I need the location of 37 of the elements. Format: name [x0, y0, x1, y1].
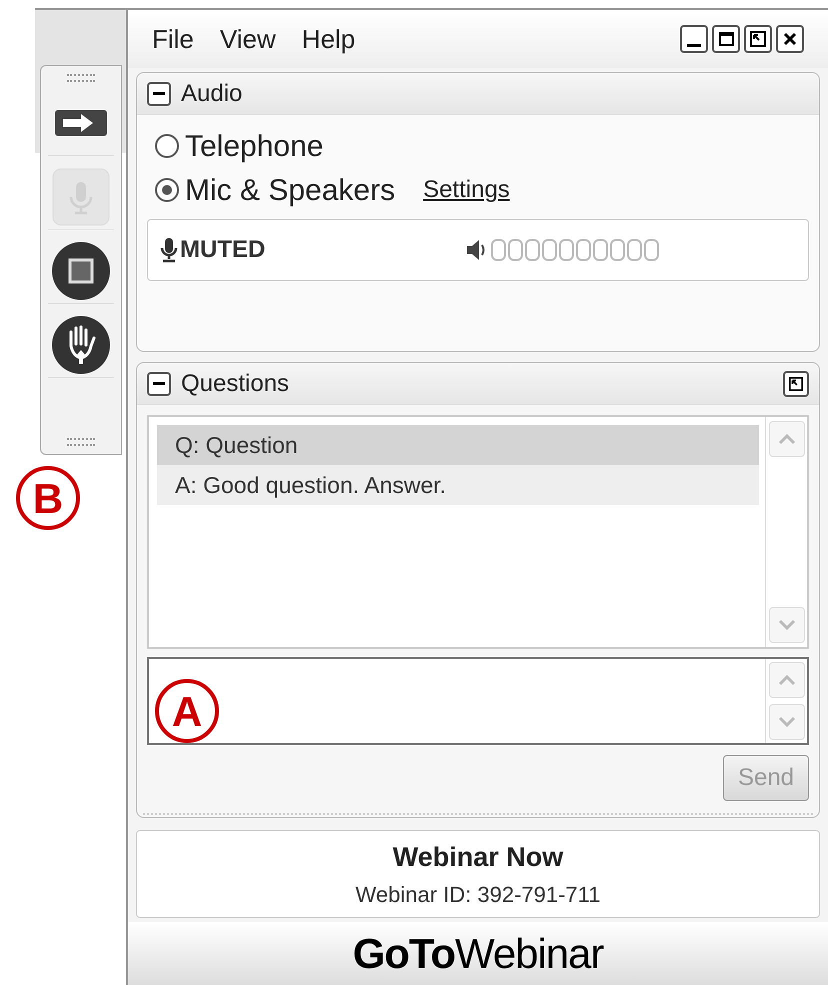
- popout-button[interactable]: [783, 370, 809, 396]
- logo: GoToWebinar: [352, 929, 604, 979]
- panel-title: Audio: [181, 78, 242, 108]
- minimize-button[interactable]: [680, 25, 708, 53]
- raised-hand-icon: [50, 314, 112, 376]
- microphone-icon: [160, 237, 178, 263]
- settings-link[interactable]: Settings: [423, 172, 510, 208]
- panel-title: Questions: [181, 368, 290, 398]
- webinar-title: Webinar Now: [392, 841, 564, 874]
- radio-label: Mic & Speakers: [185, 172, 396, 208]
- radio-button[interactable]: [155, 178, 179, 202]
- popout-icon: [789, 376, 803, 390]
- collapse-button[interactable]: [147, 82, 171, 106]
- radio-label: Telephone: [185, 128, 324, 164]
- menu-item[interactable]: File: [152, 20, 194, 58]
- menu-item[interactable]: Help: [302, 20, 356, 58]
- callout-marker: B: [16, 466, 80, 530]
- menu-item[interactable]: View: [220, 20, 276, 58]
- chevron-down-icon: [778, 716, 796, 728]
- mute-status: MUTED: [180, 235, 266, 265]
- chevron-up-icon: [778, 433, 796, 445]
- question-row[interactable]: A: Good question. Answer.: [157, 465, 759, 505]
- drag-handle[interactable]: [67, 74, 95, 82]
- radio-button[interactable]: [155, 134, 179, 158]
- close-icon: [783, 32, 797, 46]
- question-row[interactable]: Q: Question: [157, 425, 759, 465]
- maximize-button[interactable]: [712, 25, 740, 53]
- drag-handle[interactable]: [67, 438, 95, 446]
- popout-icon: [750, 31, 766, 47]
- close-button[interactable]: [776, 25, 804, 53]
- collapse-button[interactable]: [147, 372, 171, 396]
- chevron-up-icon: [778, 674, 796, 686]
- callout-marker: A: [155, 679, 219, 743]
- microphone-icon: [51, 166, 111, 226]
- popout-button[interactable]: [744, 25, 772, 53]
- webinar-id: Webinar ID: 392-791-711: [356, 880, 600, 909]
- chevron-down-icon: [778, 619, 796, 631]
